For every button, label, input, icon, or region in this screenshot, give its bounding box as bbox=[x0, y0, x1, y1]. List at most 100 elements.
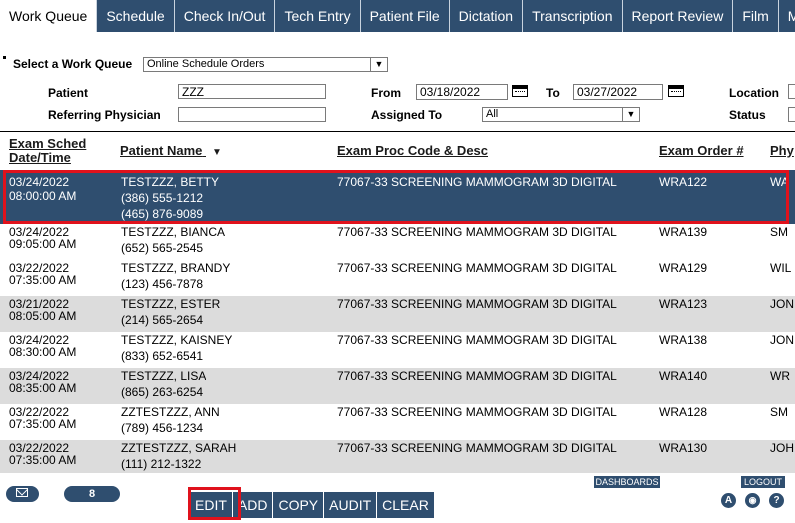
cell-exam-proc: 77067-33 SCREENING MAMMOGRAM 3D DIGITAL bbox=[337, 297, 617, 311]
to-label: To bbox=[546, 86, 560, 100]
cell-phone: (123) 456-7878 bbox=[121, 277, 204, 291]
cell-exam-proc: 77067-33 SCREENING MAMMOGRAM 3D DIGITAL bbox=[337, 405, 617, 419]
cell-patient-name: TESTZZZ, KAISNEY bbox=[121, 333, 233, 347]
copy-button[interactable]: COPY bbox=[273, 492, 325, 518]
column-header-physician[interactable]: Phy bbox=[770, 144, 794, 158]
work-queue-select-value: Online Schedule Orders bbox=[147, 58, 265, 70]
column-header-exam-order[interactable]: Exam Order # bbox=[659, 144, 744, 158]
cell-physician: WR bbox=[770, 369, 790, 383]
from-label: From bbox=[371, 86, 401, 100]
cell-exam-proc: 77067-33 SCREENING MAMMOGRAM 3D DIGITAL bbox=[337, 441, 617, 455]
selected-row-highlight bbox=[3, 170, 789, 224]
cell-patient-name: ZZTESTZZZ, ANN bbox=[121, 405, 220, 419]
tab-more[interactable]: Ma bbox=[779, 0, 795, 32]
assigned-to-label: Assigned To bbox=[371, 108, 443, 122]
cell-time: 08:35:00 AM bbox=[9, 381, 77, 395]
cell-time: 07:35:00 AM bbox=[9, 453, 77, 467]
to-date-input[interactable]: 03/27/2022 bbox=[573, 84, 663, 100]
referring-physician-label: Referring Physician bbox=[48, 108, 161, 122]
chevron-down-icon: ▼ bbox=[622, 108, 639, 121]
column-header-patient-name-label: Patient Name bbox=[120, 143, 203, 158]
table-row[interactable]: 03/21/2022 08:05:00 AM TESTZZZ, ESTER (2… bbox=[0, 296, 795, 332]
tab-transcription[interactable]: Transcription bbox=[523, 0, 623, 32]
tab-film[interactable]: Film bbox=[733, 0, 779, 32]
location-input[interactable] bbox=[788, 84, 795, 99]
cell-phone: (865) 263-6254 bbox=[121, 385, 204, 399]
cell-exam-order: WRA123 bbox=[659, 297, 708, 311]
table-row[interactable]: 03/22/2022 07:35:00 AM TESTZZZ, BRANDY (… bbox=[0, 260, 795, 296]
table-row[interactable]: 03/24/2022 08:35:00 AM TESTZZZ, LISA (86… bbox=[0, 368, 795, 404]
cell-phone: (652) 565-2545 bbox=[121, 241, 204, 255]
cell-phone: (214) 565-2654 bbox=[121, 313, 204, 327]
cell-exam-order: WRA129 bbox=[659, 261, 708, 275]
cell-exam-order: WRA140 bbox=[659, 369, 708, 383]
table-row[interactable]: 03/24/2022 08:30:00 AM TESTZZZ, KAISNEY … bbox=[0, 332, 795, 368]
table-row[interactable]: 03/22/2022 07:35:00 AM ZZTESTZZZ, SARAH … bbox=[0, 440, 795, 473]
message-count-badge: 8 bbox=[64, 486, 120, 502]
logout-button[interactable]: LOGOUT bbox=[741, 476, 785, 488]
cell-patient-name: TESTZZZ, LISA bbox=[121, 369, 207, 383]
assigned-to-select-value: All bbox=[486, 108, 499, 120]
cell-patient-name: ZZTESTZZZ, SARAH bbox=[121, 441, 237, 455]
bullet-marker bbox=[3, 56, 6, 59]
cell-physician: SM bbox=[770, 225, 788, 239]
table-row[interactable]: 03/24/2022 09:05:00 AM TESTZZZ, BIANCA (… bbox=[0, 224, 795, 260]
table-row[interactable]: 03/22/2022 07:35:00 AM ZZTESTZZZ, ANN (7… bbox=[0, 404, 795, 440]
column-header-exam-sched[interactable]: Exam Sched Date/Time bbox=[9, 137, 86, 165]
from-date-input[interactable]: 03/18/2022 bbox=[416, 84, 508, 100]
tab-schedule[interactable]: Schedule bbox=[97, 0, 175, 32]
calendar-icon[interactable] bbox=[512, 85, 528, 97]
main-tabs: Work Queue Schedule Check In/Out Tech En… bbox=[0, 0, 795, 32]
sort-desc-icon: ▼ bbox=[212, 147, 222, 158]
cell-physician: JON bbox=[770, 297, 794, 311]
help-icon[interactable]: ? bbox=[769, 493, 784, 508]
cell-patient-name: TESTZZZ, ESTER bbox=[121, 297, 221, 311]
column-header-patient-name[interactable]: Patient Name ▼ bbox=[120, 144, 222, 160]
tab-patient-file[interactable]: Patient File bbox=[361, 0, 450, 32]
column-header-exam-sched-line1: Exam Sched bbox=[9, 136, 87, 151]
cell-time: 07:35:00 AM bbox=[9, 417, 77, 431]
tab-check-in-out[interactable]: Check In/Out bbox=[175, 0, 276, 32]
cell-time: 09:05:00 AM bbox=[9, 237, 77, 251]
edit-button-highlight bbox=[188, 487, 241, 520]
column-header-exam-proc[interactable]: Exam Proc Code & Desc bbox=[337, 144, 488, 158]
envelope-icon bbox=[16, 488, 28, 497]
cell-exam-order: WRA128 bbox=[659, 405, 708, 419]
cell-time: 08:30:00 AM bbox=[9, 345, 77, 359]
chevron-down-icon: ▼ bbox=[370, 58, 387, 71]
assigned-to-select[interactable]: All ▼ bbox=[482, 107, 640, 122]
settings-icon[interactable]: ◉ bbox=[745, 493, 760, 508]
cell-exam-proc: 77067-33 SCREENING MAMMOGRAM 3D DIGITAL bbox=[337, 261, 617, 275]
location-label: Location bbox=[729, 86, 779, 100]
tab-report-review[interactable]: Report Review bbox=[623, 0, 734, 32]
cell-time: 08:05:00 AM bbox=[9, 309, 77, 323]
messages-button[interactable] bbox=[6, 486, 39, 502]
tab-dictation[interactable]: Dictation bbox=[450, 0, 524, 32]
cell-exam-proc: 77067-33 SCREENING MAMMOGRAM 3D DIGITAL bbox=[337, 333, 617, 347]
status-input[interactable] bbox=[788, 107, 795, 122]
cell-phone: (111) 212-1322 bbox=[121, 457, 202, 471]
cell-patient-name: TESTZZZ, BRANDY bbox=[121, 261, 231, 275]
work-queue-label: Select a Work Queue bbox=[13, 57, 133, 71]
cell-exam-order: WRA130 bbox=[659, 441, 708, 455]
cell-exam-proc: 77067-33 SCREENING MAMMOGRAM 3D DIGITAL bbox=[337, 225, 617, 239]
cell-time: 07:35:00 AM bbox=[9, 273, 77, 287]
work-queue-select[interactable]: Online Schedule Orders ▼ bbox=[143, 57, 388, 72]
cell-patient-name: TESTZZZ, BIANCA bbox=[121, 225, 226, 239]
tab-work-queue[interactable]: Work Queue bbox=[0, 0, 98, 32]
dashboards-button[interactable]: DASHBOARDS bbox=[594, 476, 660, 488]
tab-tech-entry[interactable]: Tech Entry bbox=[275, 0, 361, 32]
a-icon[interactable]: A bbox=[721, 493, 736, 508]
cell-phone: (833) 652-6541 bbox=[121, 349, 204, 363]
cell-exam-proc: 77067-33 SCREENING MAMMOGRAM 3D DIGITAL bbox=[337, 369, 617, 383]
referring-physician-input[interactable] bbox=[178, 107, 326, 122]
cell-exam-order: WRA138 bbox=[659, 333, 708, 347]
cell-physician: WIL bbox=[770, 261, 792, 275]
patient-input[interactable]: ZZZ bbox=[178, 84, 326, 99]
calendar-icon[interactable] bbox=[668, 85, 684, 97]
clear-button[interactable]: CLEAR bbox=[377, 492, 435, 518]
status-label: Status bbox=[729, 108, 766, 122]
audit-button[interactable]: AUDIT bbox=[324, 492, 378, 518]
patient-label: Patient bbox=[48, 86, 89, 100]
cell-physician: SM bbox=[770, 405, 788, 419]
